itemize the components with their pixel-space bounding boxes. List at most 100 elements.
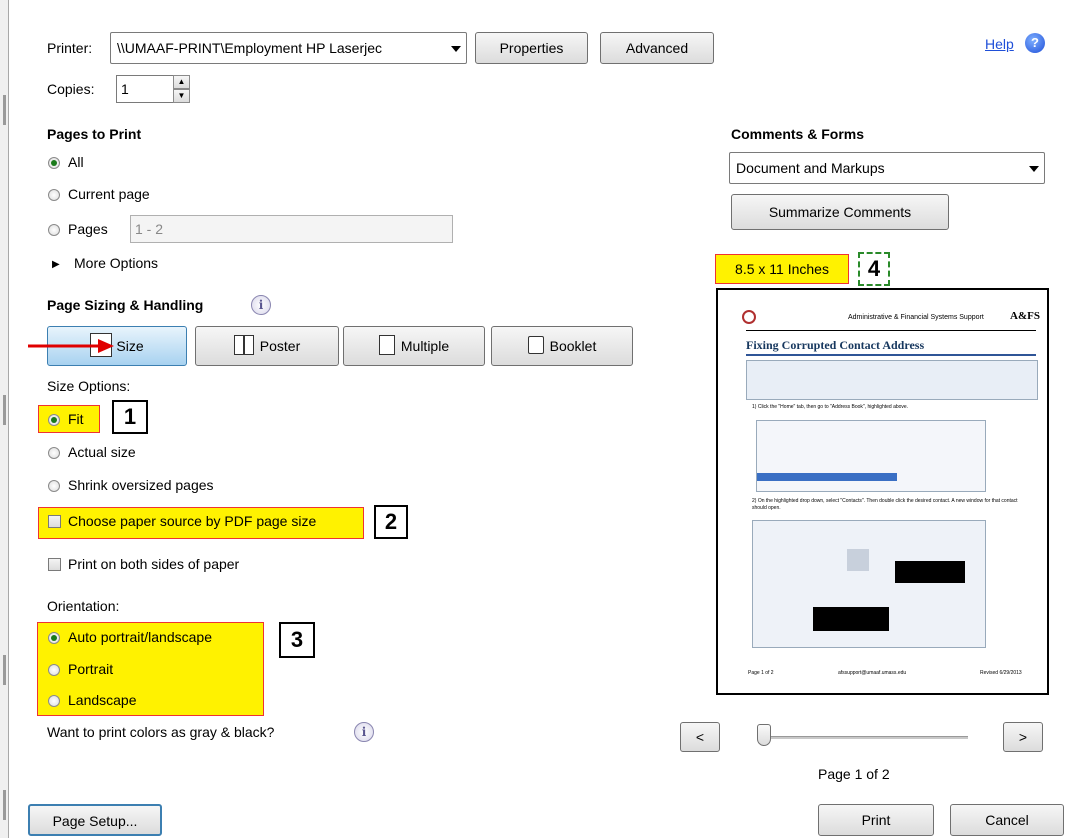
mode-poster-button[interactable]: Poster [195, 326, 339, 366]
pages-range-input[interactable]: 1 - 2 [130, 215, 453, 243]
doc-step-2: 2) On the highlighted drop down, select … [752, 498, 1018, 511]
copies-label: Copies: [47, 81, 95, 97]
doc-screenshot-ribbon [746, 360, 1038, 400]
info-icon[interactable]: i [251, 295, 271, 315]
radio-actual-size-label[interactable]: Actual size [68, 444, 136, 460]
mode-poster-label: Poster [259, 338, 301, 354]
checkbox-both-sides[interactable] [48, 558, 61, 571]
printer-value: \\UMAAF-PRINT\Employment HP Laserjec [117, 40, 383, 56]
mode-booklet-label: Booklet [549, 338, 597, 354]
page-setup-button[interactable]: Page Setup... [28, 804, 162, 836]
paper-size-text: 8.5 x 11 Inches [735, 261, 829, 277]
paper-size-label: 8.5 x 11 Inches [715, 254, 849, 284]
copies-up-icon[interactable]: ▲ [173, 75, 190, 89]
page-preview: Administrative & Financial Systems Suppo… [716, 288, 1049, 695]
comments-forms-select[interactable]: Document and Markups [729, 152, 1045, 184]
red-arrow-icon [28, 339, 114, 353]
properties-button[interactable]: Properties [475, 32, 588, 64]
pages-range-value: 1 - 2 [135, 221, 164, 237]
radio-auto-orientation[interactable] [48, 632, 60, 644]
gray-black-question: Want to print colors as gray & black? [47, 724, 275, 740]
radio-fit-label[interactable]: Fit [68, 411, 84, 427]
comments-forms-value: Document and Markups [736, 160, 885, 176]
advanced-button[interactable]: Advanced [600, 32, 714, 64]
radio-current-page-label[interactable]: Current page [68, 186, 150, 202]
cancel-button[interactable]: Cancel [950, 804, 1064, 836]
doc-logo-text: A&FS [1010, 310, 1040, 322]
logo-seal-icon [742, 310, 756, 324]
frame-marker [3, 95, 6, 125]
radio-current-page[interactable] [48, 189, 60, 201]
summarize-comments-button[interactable]: Summarize Comments [731, 194, 949, 230]
doc-footer-mid: afssupport@umaaf.umass.edu [838, 670, 907, 676]
orientation-heading: Orientation: [47, 598, 120, 614]
annotation-1: 1 [112, 400, 148, 434]
poster-icon [233, 335, 254, 356]
annotation-4: 4 [858, 252, 890, 286]
frame-marker [3, 790, 6, 820]
radio-all[interactable] [48, 157, 60, 169]
annotation-2: 2 [374, 505, 408, 539]
page-slider-thumb[interactable] [757, 724, 771, 746]
contact-photo-placeholder [847, 549, 869, 571]
doc-step-1: 1) Click the "Home" tab, then go to "Add… [752, 404, 909, 410]
more-options-toggle[interactable]: More Options [74, 255, 158, 271]
multiple-icon [378, 335, 395, 356]
chevron-down-icon[interactable] [444, 33, 466, 63]
radio-all-label[interactable]: All [68, 154, 84, 170]
radio-pages[interactable] [48, 224, 60, 236]
info-icon[interactable]: i [354, 722, 374, 742]
doc-screenshot-addressbook [756, 420, 986, 492]
doc-screenshot-contact [752, 520, 986, 648]
comments-forms-heading: Comments & Forms [731, 126, 865, 142]
expand-triangle-icon[interactable]: ▶ [52, 259, 60, 270]
radio-landscape-label[interactable]: Landscape [68, 692, 137, 708]
mode-multiple-label: Multiple [400, 338, 450, 354]
doc-title-rule [746, 354, 1036, 356]
prev-page-button[interactable]: < [680, 722, 720, 752]
window-left-border [8, 0, 9, 838]
radio-portrait-label[interactable]: Portrait [68, 661, 113, 677]
radio-portrait[interactable] [48, 664, 60, 676]
redaction-block [813, 607, 889, 631]
redaction-block [895, 561, 965, 583]
doc-highlight-row [757, 473, 897, 481]
copies-value: 1 [121, 81, 129, 97]
radio-shrink-oversized[interactable] [48, 480, 60, 492]
mode-booklet-button[interactable]: Booklet [491, 326, 633, 366]
chevron-down-icon[interactable] [1022, 153, 1044, 183]
print-button[interactable]: Print [818, 804, 934, 836]
radio-actual-size[interactable] [48, 447, 60, 459]
page-slider-track[interactable] [768, 736, 968, 739]
annotation-3: 3 [279, 622, 315, 658]
mode-size-label: Size [116, 338, 144, 354]
printer-select[interactable]: \\UMAAF-PRINT\Employment HP Laserjec [110, 32, 467, 64]
printer-label: Printer: [47, 40, 93, 56]
checkbox-both-sides-label[interactable]: Print on both sides of paper [68, 556, 239, 572]
checkbox-paper-source[interactable] [48, 515, 61, 528]
copies-input[interactable]: 1 [116, 75, 174, 103]
pages-to-print-heading: Pages to Print [47, 126, 142, 142]
frame-marker [3, 395, 6, 425]
help-link[interactable]: Help [985, 36, 1014, 52]
radio-fit[interactable] [48, 414, 60, 426]
page-indicator: Page 1 of 2 [818, 766, 890, 782]
copies-down-icon[interactable]: ▼ [173, 89, 190, 103]
frame-marker [3, 655, 6, 685]
booklet-icon [527, 336, 544, 355]
next-page-button[interactable]: > [1003, 722, 1043, 752]
radio-auto-orientation-label[interactable]: Auto portrait/landscape [68, 629, 212, 645]
doc-header: Administrative & Financial Systems Suppo… [848, 314, 984, 321]
doc-footer-right: Revised 6/29/2013 [980, 670, 1022, 676]
radio-landscape[interactable] [48, 695, 60, 707]
mode-multiple-button[interactable]: Multiple [343, 326, 485, 366]
preview-document: Administrative & Financial Systems Suppo… [728, 302, 1040, 682]
radio-pages-label[interactable]: Pages [68, 221, 108, 237]
checkbox-paper-source-label[interactable]: Choose paper source by PDF page size [68, 513, 316, 529]
size-options-heading: Size Options: [47, 378, 131, 394]
radio-shrink-oversized-label[interactable]: Shrink oversized pages [68, 477, 214, 493]
doc-title: Fixing Corrupted Contact Address [746, 338, 925, 352]
doc-footer-left: Page 1 of 2 [748, 670, 774, 676]
doc-rule [746, 330, 1036, 331]
help-icon[interactable]: ? [1025, 33, 1045, 53]
